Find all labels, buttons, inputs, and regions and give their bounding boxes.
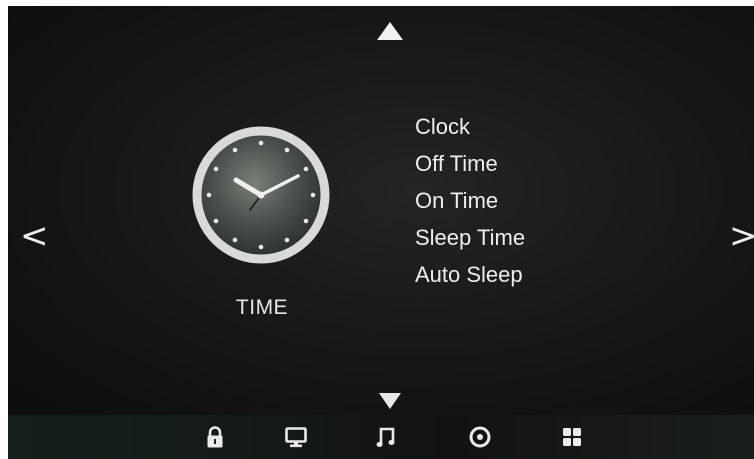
- grid-icon[interactable]: [559, 424, 585, 450]
- nav-left-arrow[interactable]: <: [20, 218, 49, 254]
- triangle-down-icon[interactable]: [379, 393, 401, 409]
- clock-icon: [192, 126, 330, 264]
- menu-item-auto-sleep[interactable]: Auto Sleep: [415, 256, 525, 293]
- monitor-icon[interactable]: [283, 424, 309, 450]
- menu-item-sleep-time[interactable]: Sleep Time: [415, 219, 525, 256]
- disc-icon[interactable]: [467, 424, 493, 450]
- section-title: TIME: [235, 296, 289, 319]
- menu-panel: [8, 6, 754, 415]
- time-menu: Clock Off Time On Time Sleep Time Auto S…: [415, 108, 525, 293]
- lock-icon[interactable]: [202, 424, 228, 450]
- menu-item-clock[interactable]: Clock: [415, 108, 525, 145]
- menu-item-on-time[interactable]: On Time: [415, 182, 525, 219]
- triangle-up-icon[interactable]: [377, 22, 403, 40]
- tv-menu-screen: < > TIME Clock Off Time On Time Sleep Ti…: [0, 0, 754, 459]
- nav-right-arrow[interactable]: >: [729, 218, 754, 254]
- music-note-icon[interactable]: [373, 424, 399, 450]
- menu-item-off-time[interactable]: Off Time: [415, 145, 525, 182]
